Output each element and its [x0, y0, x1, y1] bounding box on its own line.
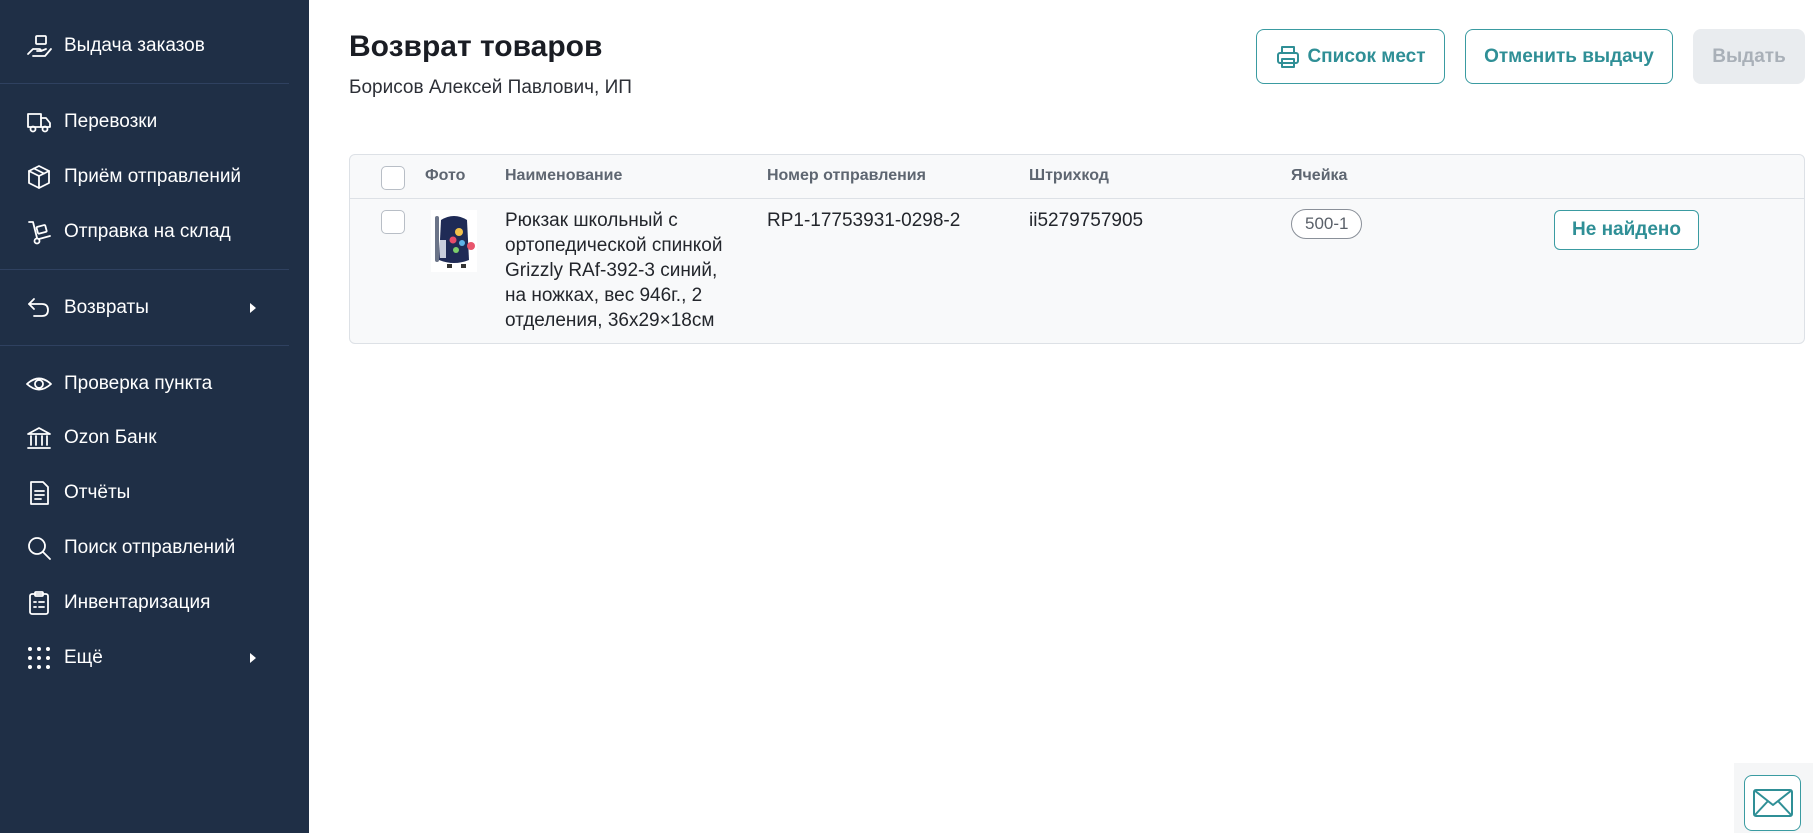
sidebar-item-reports[interactable]: Отчёты: [0, 470, 289, 516]
product-photo: [431, 210, 477, 272]
sidebar-item-inventory[interactable]: Инвентаризация: [0, 580, 289, 626]
clipboard-icon: [24, 588, 54, 618]
eye-icon: [24, 369, 54, 399]
sidebar-divider: [0, 269, 289, 270]
sidebar-item-label: Проверка пункта: [64, 373, 213, 394]
not-found-button[interactable]: Не найдено: [1554, 210, 1699, 250]
sidebar-item-label: Ozon Банк: [64, 427, 157, 448]
sidebar-item-point-check[interactable]: Проверка пункта: [0, 361, 289, 407]
grid-dots-icon: [24, 643, 54, 673]
page-subtitle: Борисов Алексей Павлович, ИП: [349, 77, 632, 98]
search-icon: [24, 533, 54, 563]
column-header-cell: Ячейка: [1291, 167, 1348, 184]
column-header-shipment-number: Номер отправления: [767, 167, 926, 184]
sidebar-item-label: Ещё: [64, 647, 103, 668]
cancel-issue-button[interactable]: Отменить выдачу: [1465, 29, 1673, 84]
cell-badge: 500-1: [1291, 209, 1363, 239]
app-root: Выдача заказов Перевозки Приём отправлен…: [0, 0, 1813, 833]
bank-icon: [24, 423, 54, 453]
sidebar-item-send-to-warehouse[interactable]: Отправка на склад: [0, 209, 289, 255]
sidebar-divider: [0, 345, 289, 346]
product-name: Рюкзак школьный с ортопедической спинкой…: [505, 210, 723, 331]
sidebar-item-receive[interactable]: Приём отправлений: [0, 154, 289, 200]
sidebar: Выдача заказов Перевозки Приём отправлен…: [0, 0, 309, 833]
select-all-checkbox[interactable]: [381, 166, 405, 190]
return-arrow-icon: [24, 293, 54, 323]
sidebar-item-label: Приём отправлений: [64, 166, 242, 187]
chevron-right-icon: [250, 303, 256, 313]
printer-icon: [1275, 44, 1301, 70]
column-header-barcode: Штрихкод: [1029, 167, 1109, 184]
issue-button[interactable]: Выдать: [1693, 29, 1805, 84]
truck-icon: [24, 107, 54, 137]
barcode: ii5279757905: [1029, 210, 1144, 231]
mail-icon: [1752, 789, 1793, 817]
document-icon: [24, 478, 54, 508]
places-list-button[interactable]: Список мест: [1256, 29, 1445, 84]
sidebar-item-label: Отчёты: [64, 482, 131, 503]
sidebar-item-returns[interactable]: Возвраты: [0, 285, 289, 331]
cancel-issue-label: Отменить выдачу: [1484, 45, 1654, 67]
items-table: Фото Наименование Номер отправления Штри…: [349, 154, 1805, 344]
places-list-label: Список мест: [1307, 45, 1426, 67]
chevron-right-icon: [250, 653, 256, 663]
feedback-area: [1734, 763, 1813, 833]
sidebar-item-label: Перевозки: [64, 111, 158, 132]
column-header-name: Наименование: [505, 167, 623, 184]
hand-package-icon: [24, 31, 54, 61]
sidebar-item-search-shipments[interactable]: Поиск отправлений: [0, 525, 289, 571]
feedback-button[interactable]: [1744, 775, 1801, 831]
sidebar-item-label: Возвраты: [64, 297, 149, 318]
issue-label: Выдать: [1712, 45, 1786, 67]
sidebar-item-order-issue[interactable]: Выдача заказов: [0, 23, 289, 69]
column-header-photo: Фото: [425, 167, 466, 184]
sidebar-item-transport[interactable]: Перевозки: [0, 99, 289, 145]
sidebar-item-label: Отправка на склад: [64, 221, 231, 242]
box-icon: [24, 162, 54, 192]
sidebar-item-more[interactable]: Ещё: [0, 635, 289, 681]
row-checkbox[interactable]: [381, 210, 405, 234]
table-header: Фото Наименование Номер отправления Штри…: [350, 155, 1804, 199]
sidebar-item-label: Выдача заказов: [64, 35, 205, 56]
sidebar-item-ozon-bank[interactable]: Ozon Банк: [0, 415, 289, 461]
shipment-number: RP1-17753931-0298-2: [767, 210, 961, 231]
sidebar-item-label: Инвентаризация: [64, 592, 211, 613]
sidebar-item-label: Поиск отправлений: [64, 537, 236, 558]
page-title: Возврат товаров: [349, 30, 603, 63]
hand-truck-icon: [24, 217, 54, 247]
sidebar-divider: [0, 83, 289, 84]
